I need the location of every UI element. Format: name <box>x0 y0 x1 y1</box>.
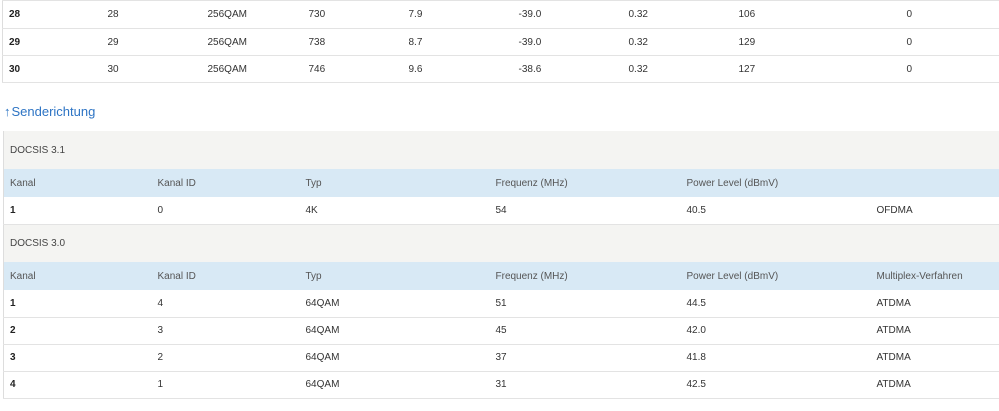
cell-mse: -38.6 <box>518 63 542 75</box>
cell-typ: 64QAM <box>305 297 340 309</box>
cell-kanal: 2 <box>10 325 16 336</box>
cell-typ: 256QAM <box>207 63 247 75</box>
table-row: 4 1 64QAM 31 42.5 ATDMA <box>3 371 999 398</box>
group-label: DOCSIS 3.0 <box>10 237 66 249</box>
cell-typ: 256QAM <box>207 9 247 20</box>
header-row: Kanal Kanal ID Typ Frequenz (MHz) Power … <box>3 169 999 197</box>
header-row: Kanal Kanal ID Typ Frequenz (MHz) Power … <box>3 262 999 290</box>
cell-frequenz: 45 <box>495 325 507 336</box>
cell-power: 44.5 <box>686 297 706 309</box>
cell-kanal: 1 <box>10 297 16 309</box>
table-row: 28 28 256QAM 730 7.9 -39.0 0.32 106 0 <box>2 1 999 29</box>
cell-korr: 129 <box>738 36 756 48</box>
table-row: 1 4 64QAM 51 44.5 ATDMA <box>3 290 999 317</box>
group-row-docsis31: DOCSIS 3.1 <box>3 131 999 169</box>
cell-kanal-id: 30 <box>107 63 119 75</box>
cell-multiplex: OFDMA <box>876 204 913 216</box>
cell-power: 40.5 <box>686 204 706 216</box>
cell-power: 9.6 <box>408 63 423 75</box>
cell-latenz: 0.32 <box>628 63 648 75</box>
cell-kanal-id: 28 <box>107 9 119 20</box>
cell-kanal: 30 <box>9 63 21 75</box>
header-power: Power Level (dBmV) <box>686 177 779 189</box>
cell-kanal-id: 3 <box>157 325 164 336</box>
header-kanal: Kanal <box>10 270 36 282</box>
cell-multiplex: ATDMA <box>876 352 911 363</box>
group-row-docsis30: DOCSIS 3.0 <box>3 224 999 262</box>
header-typ: Typ <box>305 177 322 189</box>
senderichtung-label: Senderichtung <box>11 104 96 119</box>
cell-multiplex: ATDMA <box>876 379 911 390</box>
cell-typ: 64QAM <box>305 352 340 363</box>
cell-typ: 4K <box>305 204 318 216</box>
group-label: DOCSIS 3.1 <box>10 144 66 156</box>
upstream-table: DOCSIS 3.1 Kanal Kanal ID Typ Frequenz (… <box>3 131 999 399</box>
cell-korr: 127 <box>738 63 756 75</box>
cell-latenz: 0.32 <box>628 9 648 20</box>
cell-frequenz: 738 <box>308 36 326 48</box>
upstream-table-section: DOCSIS 3.1 Kanal Kanal ID Typ Frequenz (… <box>3 131 999 399</box>
table-row: 29 29 256QAM 738 8.7 -39.0 0.32 129 0 <box>2 29 999 56</box>
cell-kanal-id: 4 <box>157 297 164 309</box>
cell-power: 42.0 <box>686 325 706 336</box>
cell-frequenz: 54 <box>495 204 507 216</box>
header-frequenz: Frequenz (MHz) <box>495 270 568 282</box>
downstream-table: 28 28 256QAM 730 7.9 -39.0 0.32 106 0 29… <box>2 0 999 83</box>
header-kanal: Kanal <box>10 177 36 189</box>
table-row: 30 30 256QAM 746 9.6 -38.6 0.32 127 0 <box>2 56 999 83</box>
table-row: 2 3 64QAM 45 42.0 ATDMA <box>3 317 999 344</box>
cell-kanal: 4 <box>10 379 16 390</box>
cell-power: 8.7 <box>408 36 423 48</box>
header-kanal-id: Kanal ID <box>157 270 196 282</box>
table-row: 1 0 4K 54 40.5 OFDMA <box>3 197 999 224</box>
cell-kanal-id: 0 <box>157 204 164 216</box>
downstream-table-section: 28 28 256QAM 730 7.9 -39.0 0.32 106 0 29… <box>0 0 999 83</box>
cell-typ: 64QAM <box>305 379 340 390</box>
header-kanal-id: Kanal ID <box>157 177 196 189</box>
cell-mse: -39.0 <box>518 36 542 48</box>
cell-power: 42.5 <box>686 379 706 390</box>
header-frequenz: Frequenz (MHz) <box>495 177 568 189</box>
header-power: Power Level (dBmV) <box>686 270 779 282</box>
cell-nichtkorr: 0 <box>906 63 913 75</box>
cell-nichtkorr: 0 <box>906 36 913 48</box>
cell-typ: 256QAM <box>207 36 247 48</box>
senderichtung-link[interactable]: ↑Senderichtung <box>4 102 95 122</box>
cell-power: 7.9 <box>408 9 423 20</box>
cell-typ: 64QAM <box>305 325 340 336</box>
header-typ: Typ <box>305 270 322 282</box>
header-multiplex: Multiplex-Verfahren <box>876 270 963 282</box>
cell-latenz: 0.32 <box>628 36 648 48</box>
cell-frequenz: 51 <box>495 297 507 309</box>
cell-korr: 106 <box>738 9 756 20</box>
cell-kanal: 1 <box>10 204 16 216</box>
cell-kanal-id: 29 <box>107 36 119 48</box>
cell-kanal: 3 <box>10 352 16 363</box>
header-multiplex <box>871 169 999 197</box>
cell-mse: -39.0 <box>518 9 542 20</box>
cell-multiplex: ATDMA <box>876 325 911 336</box>
cell-frequenz: 746 <box>308 63 326 75</box>
cell-power: 41.8 <box>686 352 706 363</box>
cell-nichtkorr: 0 <box>906 9 913 20</box>
cell-kanal: 28 <box>9 9 21 20</box>
cell-frequenz: 31 <box>495 379 507 390</box>
cell-kanal: 29 <box>9 36 21 48</box>
cell-kanal-id: 2 <box>157 352 164 363</box>
cell-frequenz: 37 <box>495 352 507 363</box>
cell-multiplex: ATDMA <box>876 297 911 309</box>
cell-frequenz: 730 <box>308 9 326 20</box>
cell-kanal-id: 1 <box>157 379 164 390</box>
table-row: 3 2 64QAM 37 41.8 ATDMA <box>3 344 999 371</box>
arrow-up-icon: ↑ <box>4 104 11 119</box>
